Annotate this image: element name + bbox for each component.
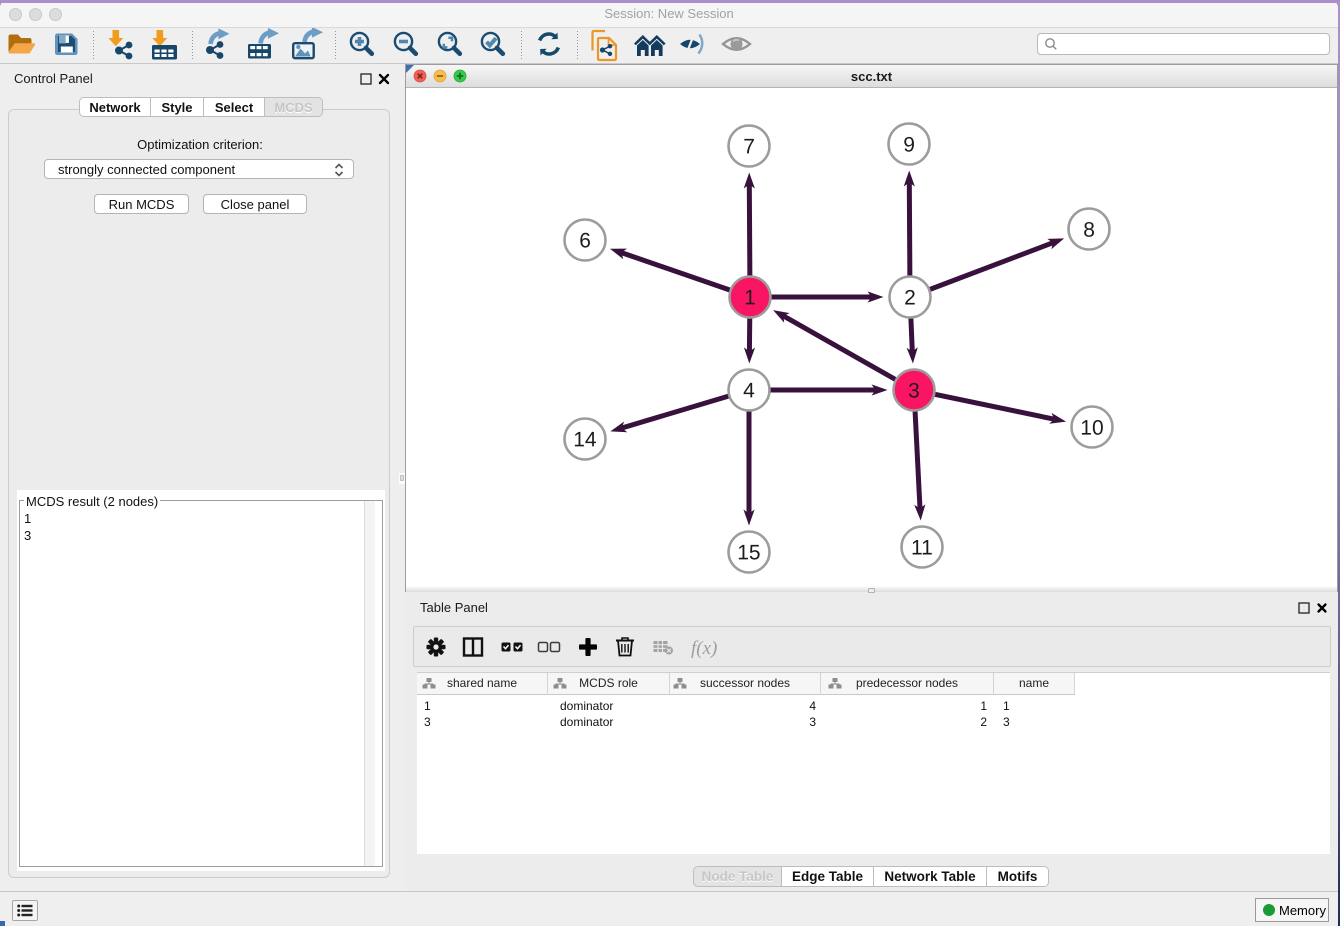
svg-text:3: 3 — [908, 380, 920, 403]
svg-text:10: 10 — [1080, 417, 1103, 440]
svg-text:11: 11 — [911, 537, 933, 560]
svg-text:15: 15 — [737, 541, 760, 564]
svg-text:f(x): f(x) — [691, 638, 717, 659]
svg-text:1: 1 — [744, 286, 756, 309]
svg-text:7: 7 — [743, 135, 755, 158]
svg-text:14: 14 — [573, 428, 597, 451]
svg-text:2: 2 — [904, 287, 916, 310]
svg-text:6: 6 — [579, 229, 591, 252]
svg-text:4: 4 — [743, 379, 755, 402]
svg-text:8: 8 — [1083, 219, 1095, 242]
svg-text:9: 9 — [903, 134, 915, 157]
